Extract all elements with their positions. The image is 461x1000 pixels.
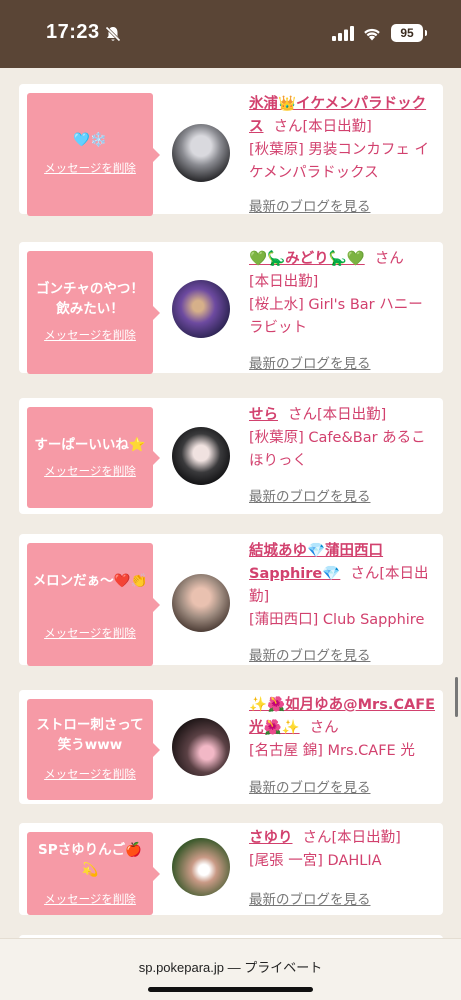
san-suffix: さん	[273, 119, 303, 135]
delete-message-link[interactable]: メッセージを削除	[27, 625, 153, 641]
avatar[interactable]	[172, 718, 230, 776]
message-bubble: メロンだぁ〜❤️👏 メッセージを削除	[27, 543, 160, 666]
avatar[interactable]	[172, 427, 230, 485]
san-suffix: さん	[288, 407, 317, 423]
avatar[interactable]	[172, 124, 230, 182]
message-card: メロンだぁ〜❤️👏 メッセージを削除 結城あゆ💎蒲田西口Sapphire💎 さん[…	[19, 534, 443, 666]
cast-name-link[interactable]: 💚🦕みどり🦕💚	[249, 251, 365, 267]
delete-message-link[interactable]: メッセージを削除	[27, 766, 153, 782]
cellular-signal-icon	[332, 26, 354, 41]
battery-icon: 95	[391, 24, 427, 42]
message-card: ゴンチャのやつ！飲みたい！ メッセージを削除 💚🦕みどり🦕💚 さん [本日出勤] …	[19, 242, 443, 374]
scrollbar[interactable]	[455, 677, 458, 717]
message-card: SPさゆりんご🍎💫 メッセージを削除 さゆり さん[本日出勤] [尾張 一宮] D…	[19, 823, 443, 915]
cast-info: せら さん[本日出勤] [秋葉原] Cafe&Bar あるこほりっく	[249, 404, 437, 473]
shop-info: [秋葉原] 男装コンカフェ イケメンパラドックス	[249, 142, 430, 181]
latest-blog-link[interactable]: 最新のブログを見る	[249, 644, 371, 664]
avatar[interactable]	[172, 838, 230, 896]
browser-bottom-bar: sp.pokepara.jp — プライベート	[0, 938, 461, 1000]
url-bar[interactable]: sp.pokepara.jp — プライベート	[0, 957, 461, 976]
shop-info: [桜上水] Girl's Bar ハニーラビット	[249, 297, 423, 336]
latest-blog-link[interactable]: 最新のブログを見る	[249, 352, 371, 372]
attendance-status: [本日出勤]	[302, 119, 372, 135]
shop-info: [名古屋 錦] Mrs.CAFE 光	[249, 743, 415, 759]
message-text: ストロー刺さって笑うwww	[36, 717, 144, 753]
latest-blog-link[interactable]: 最新のブログを見る	[249, 195, 371, 215]
message-feed[interactable]: 🩵❄️ メッセージを削除 氷浦👑イケメンパラドックス さん[本日出勤] [秋葉原]…	[0, 68, 461, 938]
shop-info: [蒲田西口] Club Sapphire	[249, 612, 425, 628]
avatar[interactable]	[172, 574, 230, 632]
home-indicator[interactable]	[148, 987, 313, 992]
message-bubble: SPさゆりんご🍎💫 メッセージを削除	[27, 832, 160, 915]
cast-name-link[interactable]: せら	[249, 407, 278, 423]
message-card: ストロー刺さって笑うwww メッセージを削除 ✨🌺如月ゆあ@Mrs.CAFE光🌺…	[19, 690, 443, 804]
attendance-status: [本日出勤]	[249, 274, 319, 290]
cast-info: さゆり さん[本日出勤] [尾張 一宮] DAHLIA	[249, 827, 437, 873]
message-bubble: 🩵❄️ メッセージを削除	[27, 93, 160, 216]
san-suffix: さん	[374, 251, 404, 267]
message-bubble: ストロー刺さって笑うwww メッセージを削除	[27, 699, 160, 800]
cast-info: 結城あゆ💎蒲田西口Sapphire💎 さん[本日出勤] [蒲田西口] Club S…	[249, 540, 437, 632]
latest-blog-link[interactable]: 最新のブログを見る	[249, 776, 371, 796]
message-text: 🩵❄️	[73, 132, 107, 148]
san-suffix: さん	[350, 566, 380, 582]
message-bubble: すーぱーいいね⭐ メッセージを削除	[27, 407, 160, 508]
message-text: ゴンチャのやつ！飲みたい！	[36, 281, 144, 317]
cast-info: 氷浦👑イケメンパラドックス さん[本日出勤] [秋葉原] 男装コンカフェ イケメン…	[249, 93, 437, 185]
attendance-status: [本日出勤]	[317, 407, 387, 423]
message-card: すーぱーいいね⭐ メッセージを削除 せら さん[本日出勤] [秋葉原] Cafe&…	[19, 398, 443, 514]
shop-info: [秋葉原] Cafe&Bar あるこほりっく	[249, 430, 426, 469]
message-text: メロンだぁ〜❤️👏	[32, 573, 148, 589]
delete-message-link[interactable]: メッセージを削除	[27, 160, 153, 176]
shop-info: [尾張 一宮] DAHLIA	[249, 853, 382, 869]
message-bubble: ゴンチャのやつ！飲みたい！ メッセージを削除	[27, 251, 160, 374]
attendance-status: [本日出勤]	[331, 830, 401, 846]
wifi-icon	[364, 28, 380, 41]
status-bar: 17:23 95	[0, 0, 461, 68]
delete-message-link[interactable]: メッセージを削除	[27, 327, 153, 343]
message-card: 🩵❄️ メッセージを削除 氷浦👑イケメンパラドックス さん[本日出勤] [秋葉原]…	[19, 84, 443, 216]
san-suffix: さん	[302, 830, 332, 846]
cast-name-link[interactable]: さゆり	[249, 830, 293, 846]
message-text: すーぱーいいね⭐	[34, 437, 146, 453]
message-text: SPさゆりんご🍎💫	[38, 842, 142, 878]
cast-name-link[interactable]: ✨🌺如月ゆあ@Mrs.CAFE光🌺✨	[249, 697, 435, 736]
delete-message-link[interactable]: メッセージを削除	[27, 463, 153, 479]
delete-message-link[interactable]: メッセージを削除	[27, 891, 153, 907]
status-time: 17:23	[46, 21, 100, 43]
cast-info: 💚🦕みどり🦕💚 さん [本日出勤] [桜上水] Girl's Bar ハニーラビッ…	[249, 248, 437, 340]
cast-info: ✨🌺如月ゆあ@Mrs.CAFE光🌺✨ さん [名古屋 錦] Mrs.CAFE 光	[249, 694, 437, 763]
latest-blog-link[interactable]: 最新のブログを見る	[249, 485, 371, 505]
latest-blog-link[interactable]: 最新のブログを見る	[249, 888, 371, 908]
bell-muted-icon	[105, 26, 121, 42]
avatar[interactable]	[172, 280, 230, 338]
san-suffix: さん	[309, 720, 339, 736]
